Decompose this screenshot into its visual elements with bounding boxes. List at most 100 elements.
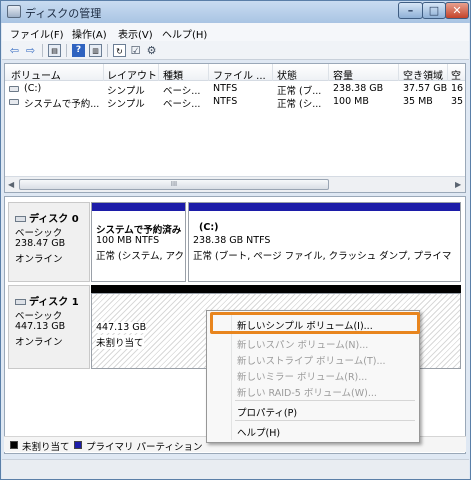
cell-free-space: 37.57 GB [403, 83, 448, 94]
column-capacity[interactable]: 容量 [333, 67, 353, 82]
menu-new-raid5-volume[interactable]: 新しい RAID-5 ボリューム(W)... [237, 385, 377, 399]
horizontal-scrollbar[interactable]: ◀ III ▶ [5, 176, 465, 192]
cell-free-percent: 16 [451, 83, 464, 94]
menu-bar: ファイル(F) 操作(A) 表示(V) ヘルプ(H) [2, 23, 469, 41]
properties-icon[interactable]: ▤ [48, 44, 61, 57]
status-bar [2, 459, 469, 479]
menu-help[interactable]: ヘルプ(H) [162, 26, 207, 41]
toolbar-separator [42, 44, 43, 57]
cell-type: ベーシ... [163, 99, 201, 110]
menu-file[interactable]: ファイル(F) [10, 26, 64, 41]
disk-0-title: ディスク 0 [15, 210, 79, 225]
close-button[interactable]: ✕ [445, 2, 469, 19]
cell-type: ベーシ... [163, 86, 201, 97]
partition-name: (C:) [199, 222, 219, 233]
partition-size: 238.38 GB NTFS [193, 235, 271, 246]
partition-c-drive[interactable]: (C:) 238.38 GB NTFS 正常 (ブート, ページ ファイル, ク… [188, 202, 461, 282]
toolbar-separator [66, 44, 67, 57]
partition-bar [92, 203, 185, 211]
disk-1-size: 447.13 GB [15, 321, 66, 332]
column-layout[interactable]: レイアウト [107, 67, 157, 82]
disk-0-type: ベーシック [15, 228, 63, 239]
table-row[interactable]: (C:) シンプル ベーシ... NTFS 正常 (ブ... 238.38 GB… [5, 83, 465, 97]
disk-0-label[interactable]: ディスク 0 ベーシック 238.47 GB オンライン [8, 202, 90, 282]
volume-list-header: ボリューム レイアウト 種類 ファイル ... 状態 容量 空き領域 空 [5, 64, 465, 82]
cell-capacity: 100 MB [333, 96, 369, 107]
partition-status: 正常 (ブート, ページ ファイル, クラッシュ ダンプ, プライマ [193, 251, 452, 262]
disk-0-status: オンライン [15, 254, 63, 265]
toolbar-separator [107, 44, 108, 57]
menu-view[interactable]: 表示(V) [118, 26, 153, 41]
help-icon[interactable]: ? [72, 44, 85, 57]
legend-primary-partition: プライマリ パーティション [86, 442, 203, 453]
forward-arrow-icon[interactable]: ⇨ [24, 44, 37, 57]
column-resize-handle[interactable] [208, 64, 209, 81]
cell-free-percent: 35 [451, 96, 464, 107]
cell-free-space: 35 MB [403, 96, 433, 107]
menu-help-item[interactable]: ヘルプ(H) [237, 425, 280, 439]
column-resize-handle[interactable] [447, 64, 448, 81]
column-free-percent[interactable]: 空 [451, 67, 461, 82]
unallocated-swatch [10, 441, 18, 449]
menu-new-spanned-volume[interactable]: 新しいスパン ボリューム(N)... [237, 337, 368, 351]
disk-1-type: ベーシック [15, 311, 63, 322]
menu-item-highlight [210, 312, 420, 334]
window-title: ディスクの管理 [25, 7, 102, 20]
settings-icon[interactable]: ⚙ [145, 44, 158, 57]
menu-new-mirrored-volume[interactable]: 新しいミラー ボリューム(R)... [237, 369, 367, 383]
checklist-icon[interactable]: ☑ [129, 44, 142, 57]
primary-partition-swatch [74, 441, 82, 449]
disk-1-title: ディスク 1 [15, 293, 79, 308]
disk-0-title-text: ディスク 0 [29, 214, 79, 225]
scroll-right-icon[interactable]: ▶ [455, 180, 461, 189]
menu-separator [235, 420, 415, 421]
partition-name: システムで予約済み [96, 225, 182, 236]
volume-list: ボリューム レイアウト 種類 ファイル ... 状態 容量 空き領域 空 (C:… [4, 63, 466, 193]
legend-unallocated: 未割り当て [22, 442, 70, 453]
cell-layout: シンプル [107, 99, 145, 110]
column-volume[interactable]: ボリューム [11, 67, 61, 82]
column-resize-handle[interactable] [398, 64, 399, 81]
unallocated-label: 未割り当て [96, 335, 144, 349]
disk-icon [15, 299, 26, 305]
refresh-icon[interactable]: ↻ [113, 44, 126, 57]
disk-management-icon [7, 5, 21, 18]
cell-filesystem: NTFS [213, 96, 238, 107]
column-type[interactable]: 種類 [163, 67, 183, 82]
scroll-thumb[interactable]: III [19, 179, 329, 190]
column-resize-handle[interactable] [158, 64, 159, 81]
cell-status: 正常 (ブ... [277, 86, 322, 97]
menu-properties[interactable]: プロパティ(P) [237, 405, 297, 419]
column-resize-handle[interactable] [328, 64, 329, 81]
column-resize-handle[interactable] [272, 64, 273, 81]
disk-1-title-text: ディスク 1 [29, 297, 79, 308]
disk-0-size: 238.47 GB [15, 238, 66, 249]
cell-status: 正常 (シ... [277, 99, 322, 110]
title-bar[interactable]: ディスクの管理 – □ ✕ [1, 1, 470, 23]
column-free-space[interactable]: 空き領域 [403, 67, 443, 82]
partition-status: 正常 (システム, アク [96, 251, 184, 262]
toolbar: ⇦ ⇨ ▤ ? ▥ ↻ ☑ ⚙ [2, 41, 469, 60]
minimize-button[interactable]: – [398, 2, 423, 19]
volume-icon [9, 99, 19, 105]
table-row[interactable]: システムで予約... シンプル ベーシ... NTFS 正常 (シ... 100… [5, 96, 465, 110]
column-resize-handle[interactable] [103, 64, 104, 81]
disk-1-status: オンライン [15, 337, 63, 348]
column-status[interactable]: 状態 [277, 67, 297, 82]
cell-filesystem: NTFS [213, 83, 238, 94]
menu-action[interactable]: 操作(A) [72, 26, 107, 41]
back-arrow-icon[interactable]: ⇦ [8, 44, 21, 57]
volume-icon [9, 86, 19, 92]
column-filesystem[interactable]: ファイル ... [213, 67, 266, 82]
partition-bar [189, 203, 460, 211]
disk-1-label[interactable]: ディスク 1 ベーシック 447.13 GB オンライン [8, 285, 90, 369]
maximize-button[interactable]: □ [422, 2, 446, 19]
cell-capacity: 238.38 GB [333, 83, 384, 94]
unallocated-size: 447.13 GB [96, 322, 147, 333]
menu-separator [235, 400, 415, 401]
menu-new-striped-volume[interactable]: 新しいストライプ ボリューム(T)... [237, 353, 386, 367]
cell-layout: シンプル [107, 86, 145, 97]
scroll-left-icon[interactable]: ◀ [8, 180, 14, 189]
partition-system-reserved[interactable]: システムで予約済み 100 MB NTFS 正常 (システム, アク [91, 202, 186, 282]
console-icon[interactable]: ▥ [89, 44, 102, 57]
